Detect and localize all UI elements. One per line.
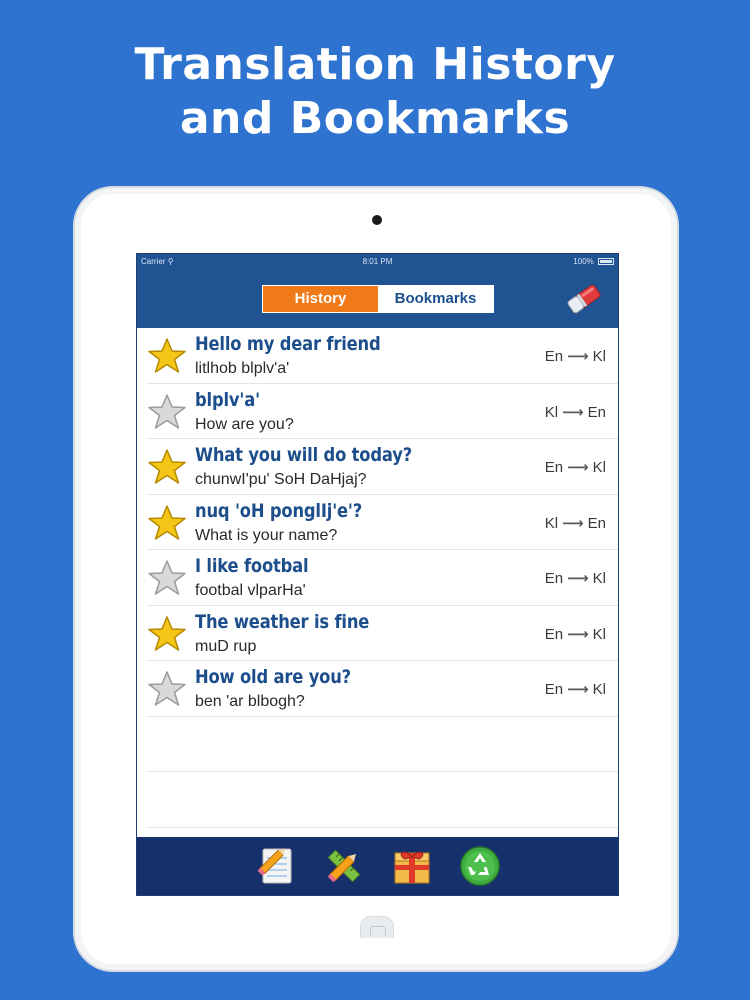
bottom-toolbar [137, 837, 618, 895]
home-button[interactable] [360, 916, 394, 938]
battery-indicator: 100% [573, 254, 614, 270]
list-item[interactable]: The weather is fine muD rup En ⟶ Kl [147, 606, 618, 661]
target-language: Kl [592, 681, 606, 698]
language-direction: En ⟶ Kl [545, 680, 606, 698]
gift-box-icon[interactable] [391, 845, 433, 887]
language-direction: En ⟶ Kl [545, 347, 606, 365]
arrow-right-icon: ⟶ [562, 514, 584, 532]
ruler-pencil-icon[interactable] [323, 845, 365, 887]
translation-text: What is your name? [195, 526, 338, 544]
star-empty-icon[interactable] [147, 393, 187, 431]
promo-headline: Translation History and Bookmarks [0, 38, 750, 146]
source-language: En [544, 459, 564, 476]
eraser-icon[interactable] [564, 282, 604, 316]
target-language: Kl [592, 625, 606, 643]
empty-list-row [147, 717, 618, 772]
target-language: Kl [592, 459, 606, 476]
source-language: Kl [544, 514, 559, 532]
app-screen: Carrier ⚲ 8:01 PM 100% History Bookmarks [136, 253, 619, 896]
language-direction: En ⟶ Kl [545, 625, 606, 643]
target-language: En [587, 403, 606, 421]
battery-icon [598, 258, 614, 265]
list-item[interactable]: How old are you? ben 'ar blbogh? En ⟶ Kl [147, 661, 618, 717]
star-filled-icon[interactable] [147, 337, 187, 375]
arrow-right-icon: ⟶ [567, 570, 589, 587]
notepad-pencil-icon[interactable] [255, 845, 297, 887]
tab-bookmarks[interactable]: Bookmarks [378, 286, 493, 312]
front-camera [372, 215, 382, 225]
clock: 8:01 PM [362, 257, 393, 266]
list-item[interactable]: blplv'a' How are you? Kl ⟶ En [147, 384, 618, 439]
source-text: blplv'a' [195, 388, 260, 411]
source-language: En [544, 570, 564, 587]
headline-line-1: Translation History [134, 39, 616, 90]
history-bookmarks-switch: History Bookmarks [262, 285, 494, 313]
language-direction: Kl ⟶ En [545, 514, 606, 532]
source-language: En [544, 625, 564, 643]
list-item[interactable]: Hello my dear friend litlhob blplv'a' En ⟶ K… [147, 328, 618, 384]
source-text: I like footbal [195, 555, 309, 577]
translation-text: litlhob blplv'a' [195, 360, 290, 377]
language-direction: En ⟶ Kl [545, 569, 606, 587]
translation-text: footbal vlparHa' [195, 582, 306, 599]
arrow-right-icon: ⟶ [567, 459, 589, 476]
target-language: Kl [592, 348, 606, 365]
list-item[interactable]: nuq 'oH ponglIj'e'? What is your name? Kl ⟶… [147, 495, 618, 550]
translation-text: ben 'ar blbogh? [195, 693, 305, 710]
arrow-right-icon: ⟶ [562, 403, 584, 421]
target-language: En [587, 514, 606, 532]
source-text: How old are you? [195, 666, 351, 688]
source-text: nuq 'oH ponglIj'e'? [195, 499, 363, 522]
source-language: Kl [544, 403, 559, 421]
star-empty-icon[interactable] [147, 670, 187, 708]
headline-line-2: and Bookmarks [179, 93, 571, 144]
status-bar: Carrier ⚲ 8:01 PM 100% [137, 254, 618, 270]
arrow-right-icon: ⟶ [567, 681, 589, 698]
list-item[interactable]: I like footbal footbal vlparHa' En ⟶ Kl [147, 550, 618, 606]
empty-list-row [147, 772, 618, 828]
recycle-icon[interactable] [459, 845, 501, 887]
nav-bar: History Bookmarks [137, 270, 618, 328]
star-filled-icon[interactable] [147, 504, 187, 542]
source-text: The weather is fine [195, 610, 370, 633]
list-item[interactable]: What you will do today? chunwI'pu' SoH Da… [147, 439, 618, 495]
translation-text: How are you? [195, 415, 294, 433]
star-filled-icon[interactable] [147, 615, 187, 653]
source-language: En [544, 348, 564, 365]
target-language: Kl [592, 570, 606, 587]
translation-text: muD rup [195, 637, 257, 655]
tab-history[interactable]: History [263, 286, 378, 312]
arrow-right-icon: ⟶ [567, 625, 589, 643]
star-empty-icon[interactable] [147, 559, 187, 597]
language-direction: Kl ⟶ En [545, 403, 606, 421]
translation-text: chunwI'pu' SoH DaHjaj? [195, 471, 367, 488]
source-text: Hello my dear friend [195, 333, 381, 355]
star-filled-icon[interactable] [147, 448, 187, 486]
arrow-right-icon: ⟶ [567, 348, 589, 365]
source-text: What you will do today? [195, 444, 413, 466]
translation-list: Hello my dear friend litlhob blplv'a' En ⟶ K… [137, 328, 618, 828]
language-direction: En ⟶ Kl [545, 458, 606, 476]
source-language: En [544, 681, 564, 698]
